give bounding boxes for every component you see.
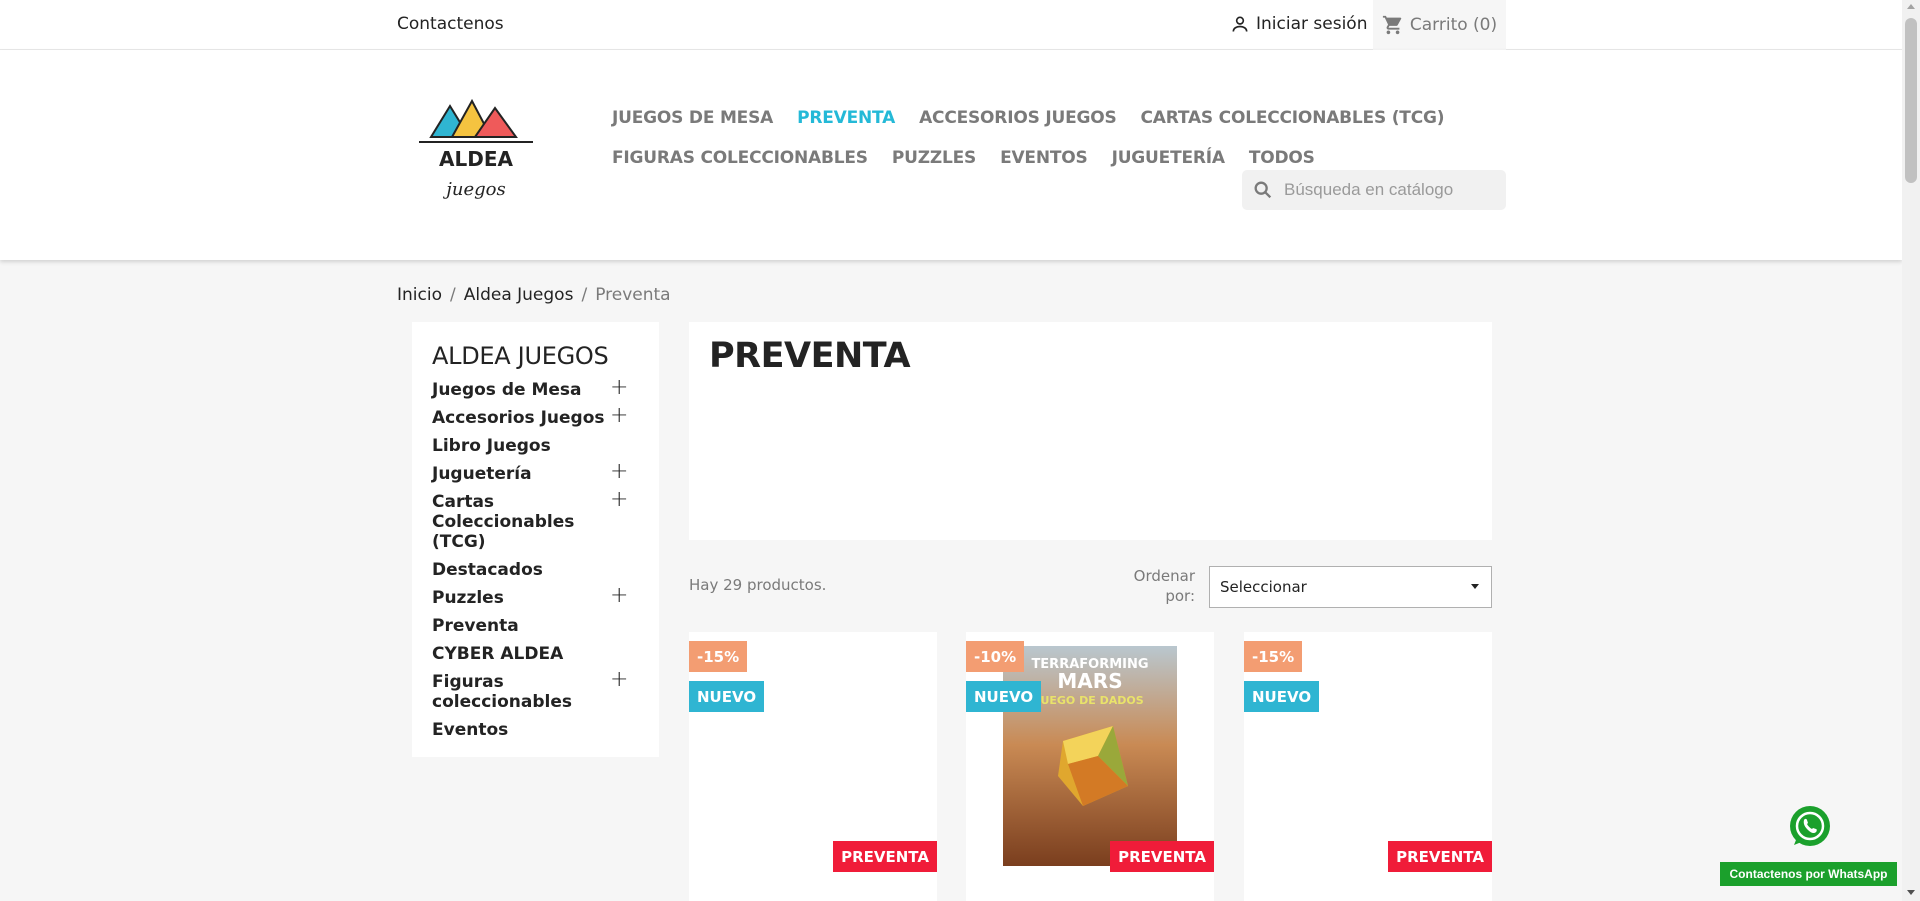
main-nav: JUEGOS DE MESA PREVENTA ACCESORIOS JUEGOS C… (612, 98, 1512, 178)
sidebar-item-label: Destacados (432, 560, 543, 580)
top-bar: Contactenos Iniciar sesión Carrito (0) (0, 0, 1902, 50)
category-header: PREVENTA (689, 322, 1492, 540)
expand-plus-icon[interactable]: + (610, 461, 628, 483)
sidebar-item-label: Cartas Coleccionables (TCG) (432, 492, 575, 552)
sidebar-item[interactable]: Libro Juegos (432, 436, 617, 456)
whatsapp-button[interactable]: Contactenos por WhatsApp (1720, 862, 1897, 886)
nav-item-juguetería[interactable]: JUGUETERÍA (1112, 148, 1225, 168)
expand-plus-icon[interactable]: + (610, 585, 628, 607)
sidebar-item[interactable]: Accesorios Juegos + (432, 405, 628, 429)
logo-text: ALDEA (439, 147, 513, 171)
expand-plus-icon[interactable]: + (610, 405, 628, 427)
product-card[interactable]: TERRAFORMING MARS JUEGO DE DADOS -10% NU… (966, 632, 1214, 901)
sidebar-item[interactable]: Figuras coleccionables + (432, 669, 628, 713)
sidebar-item[interactable]: Puzzles + (432, 585, 628, 609)
whatsapp-icon[interactable] (1788, 805, 1832, 849)
nav-row: JUEGOS DE MESA PREVENTA ACCESORIOS JUEGOS C… (612, 98, 1512, 138)
sidebar-item-label: Figuras coleccionables (432, 672, 572, 712)
sidebar-title: ALDEA JUEGOS (432, 342, 609, 370)
site-header: ALDEA juegos JUEGOS DE MESA PREVENTA ACCES… (0, 50, 1902, 260)
breadcrumb-home[interactable]: Inicio (397, 285, 442, 305)
logo-subtext: juegos (442, 179, 505, 200)
scroll-up-icon[interactable] (1907, 4, 1915, 9)
sort-label: Ordenar por: (1133, 567, 1195, 605)
sidebar-item-label: Juguetería (432, 464, 532, 484)
discount-badge: -10% (966, 641, 1025, 672)
sidebar-item-label: Juegos de Mesa (432, 380, 582, 400)
breadcrumb-separator: / (581, 285, 588, 305)
expand-plus-icon[interactable]: + (610, 377, 628, 399)
new-badge: NUEVO (689, 681, 765, 712)
sort-select[interactable]: Seleccionar (1209, 566, 1492, 608)
nav-item-accesorios-juegos[interactable]: ACCESORIOS JUEGOS (919, 108, 1117, 128)
user-icon (1232, 16, 1248, 32)
scroll-down-icon[interactable] (1907, 890, 1915, 895)
new-badge: NUEVO (1244, 681, 1320, 712)
nav-item-todos[interactable]: TODOS (1249, 148, 1315, 168)
signin-label: Iniciar sesión (1256, 14, 1368, 34)
expand-plus-icon[interactable]: + (610, 669, 628, 691)
breadcrumb-aldea[interactable]: Aldea Juegos (464, 285, 574, 305)
cart-icon (1382, 15, 1402, 35)
sidebar-item-label: Libro Juegos (432, 436, 551, 456)
breadcrumb-separator: / (449, 285, 456, 305)
product-image[interactable]: TERRAFORMING MARS JUEGO DE DADOS (1003, 646, 1177, 866)
signin-link[interactable]: Iniciar sesión (1230, 14, 1367, 34)
nav-item-cartas-coleccionables-tcg[interactable]: CARTAS COLECCIONABLES (TCG) (1141, 108, 1445, 128)
page-title: PREVENTA (709, 336, 911, 376)
sidebar-item[interactable]: Juguetería + (432, 461, 628, 485)
search-input[interactable] (1284, 180, 1494, 200)
sort-value: Seleccionar (1220, 578, 1307, 596)
breadcrumb: Inicio / Aldea Juegos / Preventa (397, 285, 671, 305)
sidebar-item[interactable]: Destacados (432, 560, 617, 580)
preorder-badge: PREVENTA (833, 841, 937, 872)
image-subtitle: JUEGO DE DADOS (1035, 694, 1143, 707)
sidebar-item-label: Accesorios Juegos (432, 408, 605, 428)
search-icon[interactable] (1252, 179, 1274, 201)
category-sidebar: ALDEA JUEGOS Juegos de Mesa + Accesorios J… (412, 322, 659, 757)
aldea-juegos-logo[interactable]: ALDEA juegos (417, 90, 535, 216)
search-box[interactable] (1242, 170, 1506, 210)
breadcrumb-current: Preventa (595, 285, 671, 305)
category-list: Juegos de Mesa + Accesorios Juegos + Libro J… (432, 377, 659, 741)
sidebar-item[interactable]: Cartas Coleccionables (TCG) + (432, 489, 628, 553)
sidebar-item-label: CYBER ALDEA (432, 644, 564, 664)
nav-item-puzzles[interactable]: PUZZLES (892, 148, 976, 168)
product-count: Hay 29 productos. (689, 576, 827, 594)
product-card[interactable]: -15% NUEVO PREVENTA (689, 632, 937, 901)
discount-badge: -15% (1244, 641, 1303, 672)
discount-badge: -15% (689, 641, 748, 672)
nav-item-juegos-de-mesa[interactable]: JUEGOS DE MESA (612, 108, 773, 128)
scroll-thumb[interactable] (1905, 18, 1917, 183)
cart-label: Carrito (0) (1409, 15, 1498, 35)
caret-down-icon (1471, 584, 1479, 589)
sidebar-item[interactable]: Preventa (432, 616, 617, 636)
page-scrollbar[interactable] (1902, 0, 1920, 901)
cart-button[interactable]: Carrito (0) (1373, 0, 1506, 50)
sidebar-item-label: Eventos (432, 720, 509, 740)
nav-item-preventa[interactable]: PREVENTA (797, 108, 895, 128)
expand-plus-icon[interactable]: + (610, 489, 628, 511)
product-card[interactable]: -15% NUEVO PREVENTA (1244, 632, 1492, 901)
sidebar-item-label: Puzzles (432, 588, 504, 608)
nav-item-eventos[interactable]: EVENTOS (1000, 148, 1088, 168)
sidebar-item-label: Preventa (432, 616, 519, 636)
sidebar-item[interactable]: CYBER ALDEA (432, 644, 617, 664)
new-badge: NUEVO (966, 681, 1042, 712)
preorder-badge: PREVENTA (1110, 841, 1214, 872)
contact-link[interactable]: Contactenos (397, 14, 504, 34)
image-title: MARS (1057, 669, 1122, 693)
sidebar-item[interactable]: Juegos de Mesa + (432, 377, 628, 401)
preorder-badge: PREVENTA (1388, 841, 1492, 872)
sidebar-item[interactable]: Eventos (432, 720, 617, 740)
nav-item-figuras-coleccionables[interactable]: FIGURAS COLECCIONABLES (612, 148, 868, 168)
